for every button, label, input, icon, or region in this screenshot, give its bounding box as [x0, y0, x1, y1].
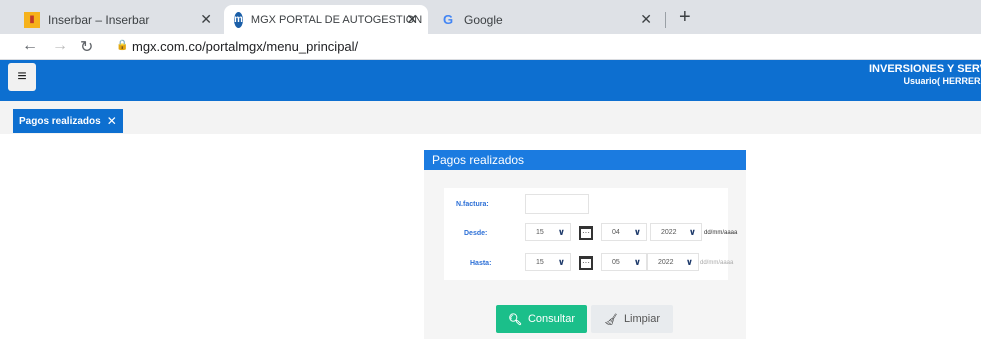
browser-tabbar: ▮ Inserbar – Inserbar ✕ m MGX PORTAL DE …	[0, 0, 981, 34]
hamburger-menu-icon[interactable]: ≡	[8, 63, 36, 91]
chevron-down-icon: ∨	[688, 226, 696, 237]
browser-tab-inserbar[interactable]: ▮ Inserbar – Inserbar ✕	[14, 5, 222, 34]
tab-label: Pagos realizados	[19, 115, 101, 127]
pagos-panel: Pagos realizados N.factura: Desde: 15∨ 0…	[424, 150, 746, 339]
url-text[interactable]: mgx.com.co/portalmgx/menu_principal/	[132, 39, 358, 54]
broom-icon: 🧹︎	[603, 313, 618, 326]
factura-label: N.factura:	[456, 201, 489, 208]
browser-tab-google[interactable]: G Google ✕	[430, 5, 662, 34]
company-info: INVERSIONES Y SERV Usuario( HERRERA	[869, 63, 981, 87]
calendar-icon[interactable]	[579, 226, 593, 240]
chevron-down-icon: ∨	[557, 256, 565, 267]
chevron-down-icon: ∨	[633, 226, 641, 237]
app-header: ≡ INVERSIONES Y SERV Usuario( HERRERA	[0, 60, 981, 101]
panel-title: Pagos realizados	[424, 150, 746, 170]
hasta-year-select[interactable]: 2022 ∨	[647, 253, 699, 271]
hasta-day-select[interactable]: 15 ∨	[525, 253, 571, 271]
filter-form: N.factura: Desde: 15∨ 04∨ 2022∨ dd/mm/aa…	[444, 188, 737, 280]
user-name: Usuario( HERRERA	[903, 76, 981, 86]
tab-title: MGX PORTAL DE AUTOGESTION	[250, 13, 423, 26]
chevron-down-icon: ∨	[633, 256, 641, 267]
hasta-month-select[interactable]: 05 ∨	[601, 253, 647, 271]
mgx-icon: m	[234, 11, 243, 28]
factura-input[interactable]	[525, 194, 589, 214]
google-icon: G	[442, 12, 454, 27]
desde-label: Desde:	[464, 230, 488, 237]
forward-arrow-icon[interactable]: →	[52, 37, 68, 55]
consultar-label: Consultar	[527, 313, 576, 325]
browser-tab-mgx[interactable]: m MGX PORTAL DE AUTOGESTION ✕	[224, 5, 428, 34]
close-icon[interactable]: ✕	[107, 114, 117, 128]
reload-icon[interactable]: ↻	[80, 37, 93, 57]
close-icon[interactable]: ✕	[640, 11, 652, 28]
search-icon: 🔍︎	[507, 313, 522, 326]
address-bar: ← → ↻ 🔒 mgx.com.co/portalmgx/menu_princi…	[0, 34, 981, 60]
inserbar-icon: ▮	[24, 11, 40, 28]
calendar-icon[interactable]	[579, 256, 593, 270]
tab-separator	[665, 12, 666, 28]
app-tabstrip: Pagos realizados ✕	[0, 101, 981, 134]
tab-title: Inserbar – Inserbar	[48, 12, 150, 27]
close-icon[interactable]: ✕	[406, 11, 418, 28]
hasta-format-hint: dd/mm/aaaa	[700, 260, 734, 266]
tab-title: Google	[464, 12, 503, 27]
desde-format-hint: dd/mm/aaaa	[704, 230, 738, 236]
consultar-button[interactable]: 🔍︎ Consultar	[496, 305, 587, 333]
chevron-down-icon: ∨	[685, 256, 693, 267]
new-tab-icon[interactable]: +	[679, 6, 691, 29]
close-icon[interactable]: ✕	[200, 11, 212, 28]
company-name: INVERSIONES Y SERV	[869, 63, 981, 75]
lock-icon: 🔒	[116, 40, 129, 51]
limpiar-label: Limpiar	[623, 313, 661, 325]
chevron-down-icon: ∨	[557, 226, 565, 237]
desde-year-select[interactable]: 2022 ∨	[650, 223, 702, 241]
desde-month-select[interactable]: 04 ∨	[601, 223, 647, 241]
limpiar-button[interactable]: 🧹︎ Limpiar	[591, 305, 673, 333]
tab-pagos-realizados[interactable]: Pagos realizados ✕	[13, 109, 123, 133]
desde-day-select[interactable]: 15 ∨	[525, 223, 571, 241]
back-arrow-icon[interactable]: ←	[22, 37, 38, 55]
hasta-label: Hasta:	[470, 260, 492, 267]
